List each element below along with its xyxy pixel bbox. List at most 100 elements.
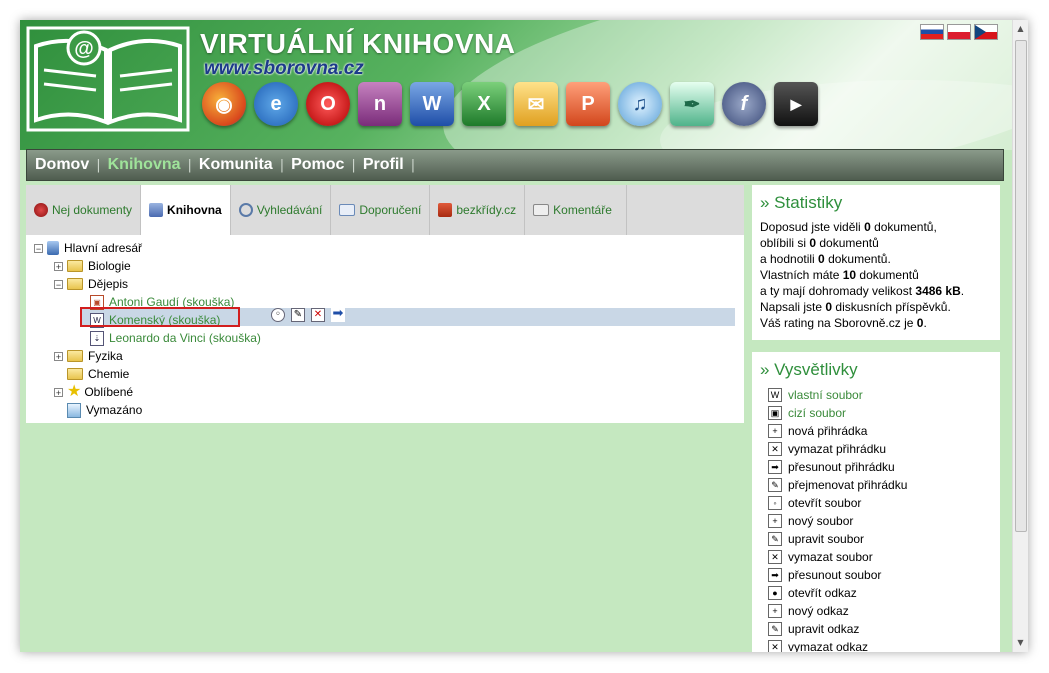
stat-text: dokumentů, [870,220,937,234]
legend-item: ✕ vymazat přihrádku [752,440,1000,458]
legend-item: ✎ přejmenovat přihrádku [752,476,1000,494]
folder-icon [67,260,83,272]
move-folder-icon: ➡ [768,460,782,474]
delete-file-icon[interactable]: ✕ [311,308,325,322]
stat-text: . [960,284,965,298]
excel-icon[interactable]: X [462,82,506,126]
award-icon [34,203,48,217]
legend-label: otevřít soubor [788,496,862,510]
scroll-up-arrow-icon[interactable]: ▲ [1013,22,1028,36]
expand-icon[interactable]: + [54,351,63,361]
scroll-thumb[interactable] [1015,40,1027,532]
collapse-icon[interactable]: − [34,243,43,253]
legend-item: ➡ přesunout soubor [752,566,1000,584]
stat-text: Doposud jste viděli [760,220,865,234]
mail-icon [339,204,356,216]
tree-folder-fyzika[interactable]: + Fyzika [54,347,123,365]
delete-folder-icon: ✕ [768,442,782,456]
tab-label: Komentáře [553,203,612,217]
tab-label: bezkřídy.cz [456,203,517,217]
site-url[interactable]: www.sborovna.cz [204,58,364,80]
expand-icon[interactable]: + [54,387,63,397]
avi-video-icon[interactable]: ▶ [774,82,818,126]
tree-folder-chemie[interactable]: Chemie [67,365,129,383]
legend-item: + nová přihrádka [752,422,1000,440]
vertical-scrollbar[interactable]: ▲ ▼ [1012,20,1028,652]
folder-icon [67,350,83,362]
open-file-icon: ◦ [768,496,782,510]
tree-root-label: Hlavní adresář [64,241,143,255]
book-logo-icon[interactable]: @ [26,26,190,132]
document-link[interactable]: Leonardo da Vinci (skouška) [109,329,261,347]
computer-icon [47,241,59,255]
edit-file-icon[interactable]: ✎ [291,308,305,322]
collapse-icon[interactable]: − [54,279,63,289]
tree-folder-biologie[interactable]: + Biologie [54,257,131,275]
folder-label: Fyzika [88,349,123,363]
tree-folder-vymazano[interactable]: Vymazáno [67,401,142,419]
stat-text: . [923,316,927,330]
legend-list: Wvlastní soubor ▣ cizí soubor + nová přihrád… [752,386,1000,652]
word-icon[interactable]: W [410,82,454,126]
tab-vyhledavani[interactable]: Vyhledávání [231,185,332,235]
tree-folder-dejepis[interactable]: − Dějepis [54,275,128,293]
document-actions: ◦ ✎ ✕ ➡ [271,307,345,322]
new-link-icon: + [768,604,782,618]
legend-label: nová přihrádka [788,424,868,438]
outlook-icon[interactable]: ✉ [514,82,558,126]
delete-file-icon: ✕ [768,550,782,564]
nav-separator: | [96,157,101,173]
legend-item: ➡ přesunout přihrádku [752,458,1000,476]
stat-text: oblíbili si [760,236,810,250]
legend-label: vymazat soubor [788,550,873,564]
stat-text: Váš rating na Sborovně.cz je [760,316,917,330]
link-file-icon: ⇣ [90,330,104,346]
flash-icon[interactable]: f [722,82,766,126]
nav-knihovna[interactable]: Knihovna [108,156,181,174]
opera-icon[interactable]: O [306,82,350,126]
legend-label: vlastní soubor [788,388,863,402]
nav-profil[interactable]: Profil [363,156,404,174]
main-navigation: Domov | Knihovna | Komunita | Pomoc | Pr… [26,149,1004,181]
itunes-icon[interactable]: ♫ [618,82,662,126]
onenote-icon[interactable]: n [358,82,402,126]
legend-label: přesunout soubor [788,568,882,582]
internet-explorer-icon[interactable]: e [254,82,298,126]
firefox-icon[interactable]: ◉ [202,82,246,126]
tab-knihovna[interactable]: Knihovna [141,185,231,235]
czech-flag-icon[interactable] [974,24,998,40]
legend-item: ● otevřít odkaz [752,584,1000,602]
scroll-down-arrow-icon[interactable]: ▼ [1013,636,1028,650]
stat-text: Vlastních máte [760,268,843,282]
stat-text: dokumentů. [824,252,891,266]
expand-icon[interactable]: + [54,261,63,271]
edit-file-icon: ✎ [768,532,782,546]
tab-nej-dokumenty[interactable]: Nej dokumenty [26,185,142,235]
selection-highlight-box [80,307,240,327]
nav-pomoc[interactable]: Pomoc [291,156,344,174]
tree-root[interactable]: − Hlavní adresář [34,239,142,257]
site-header: @ VIRTUÁLNÍ KNIHOVNA www.sborovna.cz ◉ e… [20,20,1013,150]
tree-folder-oblibene[interactable]: + ★ Oblíbené [54,383,133,401]
tab-doporuceni[interactable]: Doporučení [331,185,431,235]
legend-item: + nový odkaz [752,602,1000,620]
tree-document[interactable]: ⇣ Leonardo da Vinci (skouška) [90,329,261,347]
powerpoint-icon[interactable]: P [566,82,610,126]
folder-icon [67,368,83,380]
move-file-icon[interactable]: ➡ [331,307,345,322]
nav-domov[interactable]: Domov [35,156,89,174]
publisher-icon[interactable]: ✒ [670,82,714,126]
nav-komunita[interactable]: Komunita [199,156,273,174]
folder-label: Chemie [88,367,130,381]
folder-label: Dějepis [88,277,129,291]
own-file-icon: W [768,388,782,402]
open-file-icon[interactable]: ◦ [271,308,285,322]
tab-bezkridy[interactable]: bezkřídy.cz [430,185,526,235]
legend-item: ▣ cizí soubor [752,404,1000,422]
tab-komentare[interactable]: Komentáře [525,185,628,235]
legend-item: ✎ upravit soubor [752,530,1000,548]
tab-label: Nej dokumenty [52,203,133,217]
polish-flag-icon[interactable] [947,24,971,40]
home-icon [438,203,453,217]
slovak-flag-icon[interactable] [920,24,944,40]
